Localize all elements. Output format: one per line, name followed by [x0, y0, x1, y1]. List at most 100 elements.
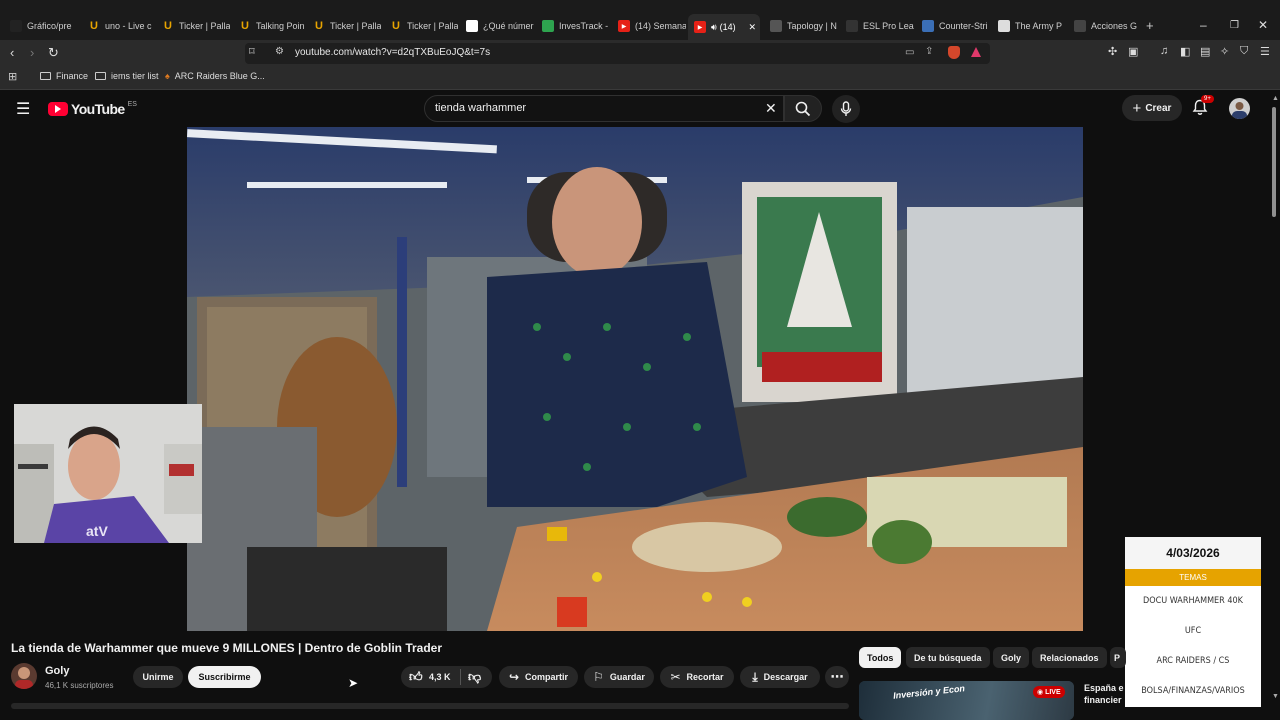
search-query: tienda warhammer — [435, 102, 527, 114]
subscribe-button[interactable]: Suscribirme — [188, 666, 261, 688]
avatar[interactable] — [1229, 98, 1250, 119]
extensions-icon[interactable]: ✣ — [1108, 45, 1117, 58]
bookmark-finance[interactable]: Finance — [40, 71, 88, 81]
youtube-icon: ▶ — [618, 20, 630, 32]
video-title: La tienda de Warhammer que mueve 9 MILLO… — [11, 641, 442, 655]
media-icon[interactable]: ♫ — [1160, 45, 1168, 57]
chip-todos[interactable]: Todos — [859, 647, 902, 668]
search-button[interactable] — [784, 95, 822, 122]
back-icon[interactable]: ‹ — [10, 45, 14, 60]
browser-tab[interactable]: InvesTrack - — [542, 14, 610, 38]
browser-tab[interactable]: The Army P — [998, 14, 1066, 38]
browser-tab[interactable]: ESL Pro Lea — [846, 14, 914, 38]
browser-tab[interactable]: ▶ (14) Semana — [618, 14, 686, 38]
url-bar[interactable]: ⌑ ⚙ youtube.com/watch?v=d2qTXBuEoJQ&t=7s… — [245, 43, 990, 64]
clip-label: Recortar — [686, 672, 724, 682]
like-icon[interactable]: 👍︎ — [409, 669, 423, 685]
liquipedia-icon — [922, 20, 934, 32]
u-icon: U — [392, 20, 400, 32]
tab-label: InvesTrack - — [559, 21, 609, 31]
close-window-icon[interactable]: ✕ — [1258, 18, 1268, 32]
chip-goly[interactable]: Goly — [993, 647, 1030, 668]
region-code: ES — [127, 100, 137, 108]
browser-tab[interactable]: Counter-Stri — [922, 14, 990, 38]
like-count[interactable]: 4,3 K — [429, 672, 451, 682]
site-info-icon[interactable]: ⚙ — [275, 46, 284, 57]
tab-label: (14) Semana — [635, 21, 686, 31]
browser-tab-strip: Gráfico/pre Uuno - Live c U Ticker | Palla U… — [0, 0, 1280, 40]
hamburger-menu-icon[interactable]: ☰ — [16, 99, 30, 119]
clear-search-icon[interactable]: ✕ — [765, 100, 777, 117]
wallet-alt-icon[interactable]: ▤ — [1200, 45, 1210, 58]
browser-tab[interactable]: U Ticker | Palla — [390, 14, 458, 38]
dislike-icon[interactable]: 👎︎ — [468, 669, 481, 685]
topic-item: DOCU WARHAMMER 40K — [1143, 596, 1243, 606]
recommendation-title-line2[interactable]: financier — [1084, 695, 1122, 705]
download-button[interactable]: ⤓ Descargar — [740, 666, 820, 688]
download-label: Descargar — [763, 672, 808, 682]
share-icon[interactable]: ⇪ — [925, 46, 933, 57]
apps-grid-icon[interactable]: ⊞ — [8, 70, 17, 83]
tab-label: Gráfico/pre — [27, 21, 72, 31]
chip-partial[interactable]: P — [1110, 647, 1126, 668]
page-scrollbar[interactable]: ▲ ▼ — [1270, 95, 1279, 715]
microphone-icon — [840, 101, 852, 116]
browser-tab[interactable]: Uuno - Live c — [88, 14, 156, 38]
browser-tab[interactable]: U Ticker | Palla — [162, 14, 230, 38]
video-player[interactable] — [187, 127, 1083, 631]
forward-icon[interactable]: › — [30, 45, 34, 60]
browser-tab[interactable]: ¿Qué númer — [466, 14, 534, 38]
bookmark-page-icon[interactable]: ⌑ — [249, 45, 255, 58]
restore-icon[interactable]: ❐ — [1230, 20, 1239, 31]
clip-button[interactable]: ✂ Recortar — [660, 666, 734, 688]
notifications-button[interactable]: 9+ — [1192, 95, 1214, 121]
recommendation-thumbnail[interactable]: Inversión y Econ ◉ LIVE — [859, 681, 1074, 720]
menu-icon[interactable]: ☰ — [1260, 45, 1270, 58]
like-dislike-group: 👍︎ 4,3 K 👎︎ — [401, 666, 492, 688]
recommendation-title-line1[interactable]: España e — [1084, 683, 1124, 693]
channel-name[interactable]: Goly — [45, 665, 69, 677]
wallet-icon[interactable]: ▣ — [1128, 45, 1138, 58]
channel-avatar[interactable] — [11, 663, 37, 689]
live-label: LIVE — [1045, 689, 1061, 696]
join-button[interactable]: Unirme — [133, 666, 183, 688]
bookmark-iems[interactable]: iems tier list — [95, 71, 159, 81]
create-label: Crear — [1145, 102, 1172, 114]
chip-relacionados[interactable]: Relacionados — [1032, 647, 1107, 668]
audio-playing-icon[interactable]: 🔊︎ — [711, 22, 717, 33]
browser-tab[interactable]: ▶ 🔊︎ (14) ✕ — [688, 14, 760, 40]
youtube-logo[interactable]: YouTube ES — [48, 101, 137, 117]
sidebar-icon[interactable]: ◧ — [1180, 45, 1190, 58]
browser-tab[interactable]: Acciones G — [1074, 14, 1142, 38]
bookmark-arc-raiders[interactable]: ♠ ARC Raiders Blue G... — [165, 71, 265, 81]
vpn-icon[interactable]: ⛉ — [1240, 45, 1248, 58]
divider — [460, 669, 461, 685]
check-icon — [542, 20, 554, 32]
close-tab-icon[interactable]: ✕ — [748, 22, 756, 33]
new-tab-button[interactable]: + — [1146, 18, 1154, 33]
share-button[interactable]: ↪ Compartir — [499, 666, 578, 688]
scroll-up-icon[interactable]: ▲ — [1272, 95, 1279, 102]
more-actions-button[interactable]: ⋯ — [825, 666, 849, 688]
browser-tab[interactable]: U Ticker | Palla — [313, 14, 381, 38]
youtube-play-icon — [48, 102, 68, 116]
more-dots-icon: ⋯ — [830, 669, 844, 684]
brave-rewards-icon[interactable] — [971, 47, 981, 57]
brave-shield-icon[interactable] — [948, 46, 960, 59]
tab-label: Ticker | Palla — [330, 21, 381, 31]
minimize-icon[interactable]: – — [1200, 18, 1207, 32]
scroll-down-icon[interactable]: ▼ — [1272, 693, 1279, 700]
create-button[interactable]: + Crear — [1122, 95, 1182, 121]
scrollbar-thumb[interactable] — [1272, 107, 1276, 217]
browser-tab[interactable]: U Talking Poin — [239, 14, 307, 38]
search-input[interactable]: tienda warhammer ✕ — [424, 95, 784, 122]
save-button[interactable]: ⚐ Guardar — [584, 666, 654, 688]
reload-icon[interactable]: ↻ — [48, 45, 59, 61]
chip-de-tu-busqueda[interactable]: De tu búsqueda — [906, 647, 990, 668]
voice-search-button[interactable] — [832, 95, 860, 123]
browser-tab[interactable]: Gráfico/pre — [10, 14, 78, 38]
army-icon — [998, 20, 1010, 32]
screenshot-icon[interactable]: ▭ — [905, 47, 914, 58]
browser-tab[interactable]: Tapology | N — [770, 14, 838, 38]
leo-ai-icon[interactable]: ✧ — [1220, 45, 1229, 58]
